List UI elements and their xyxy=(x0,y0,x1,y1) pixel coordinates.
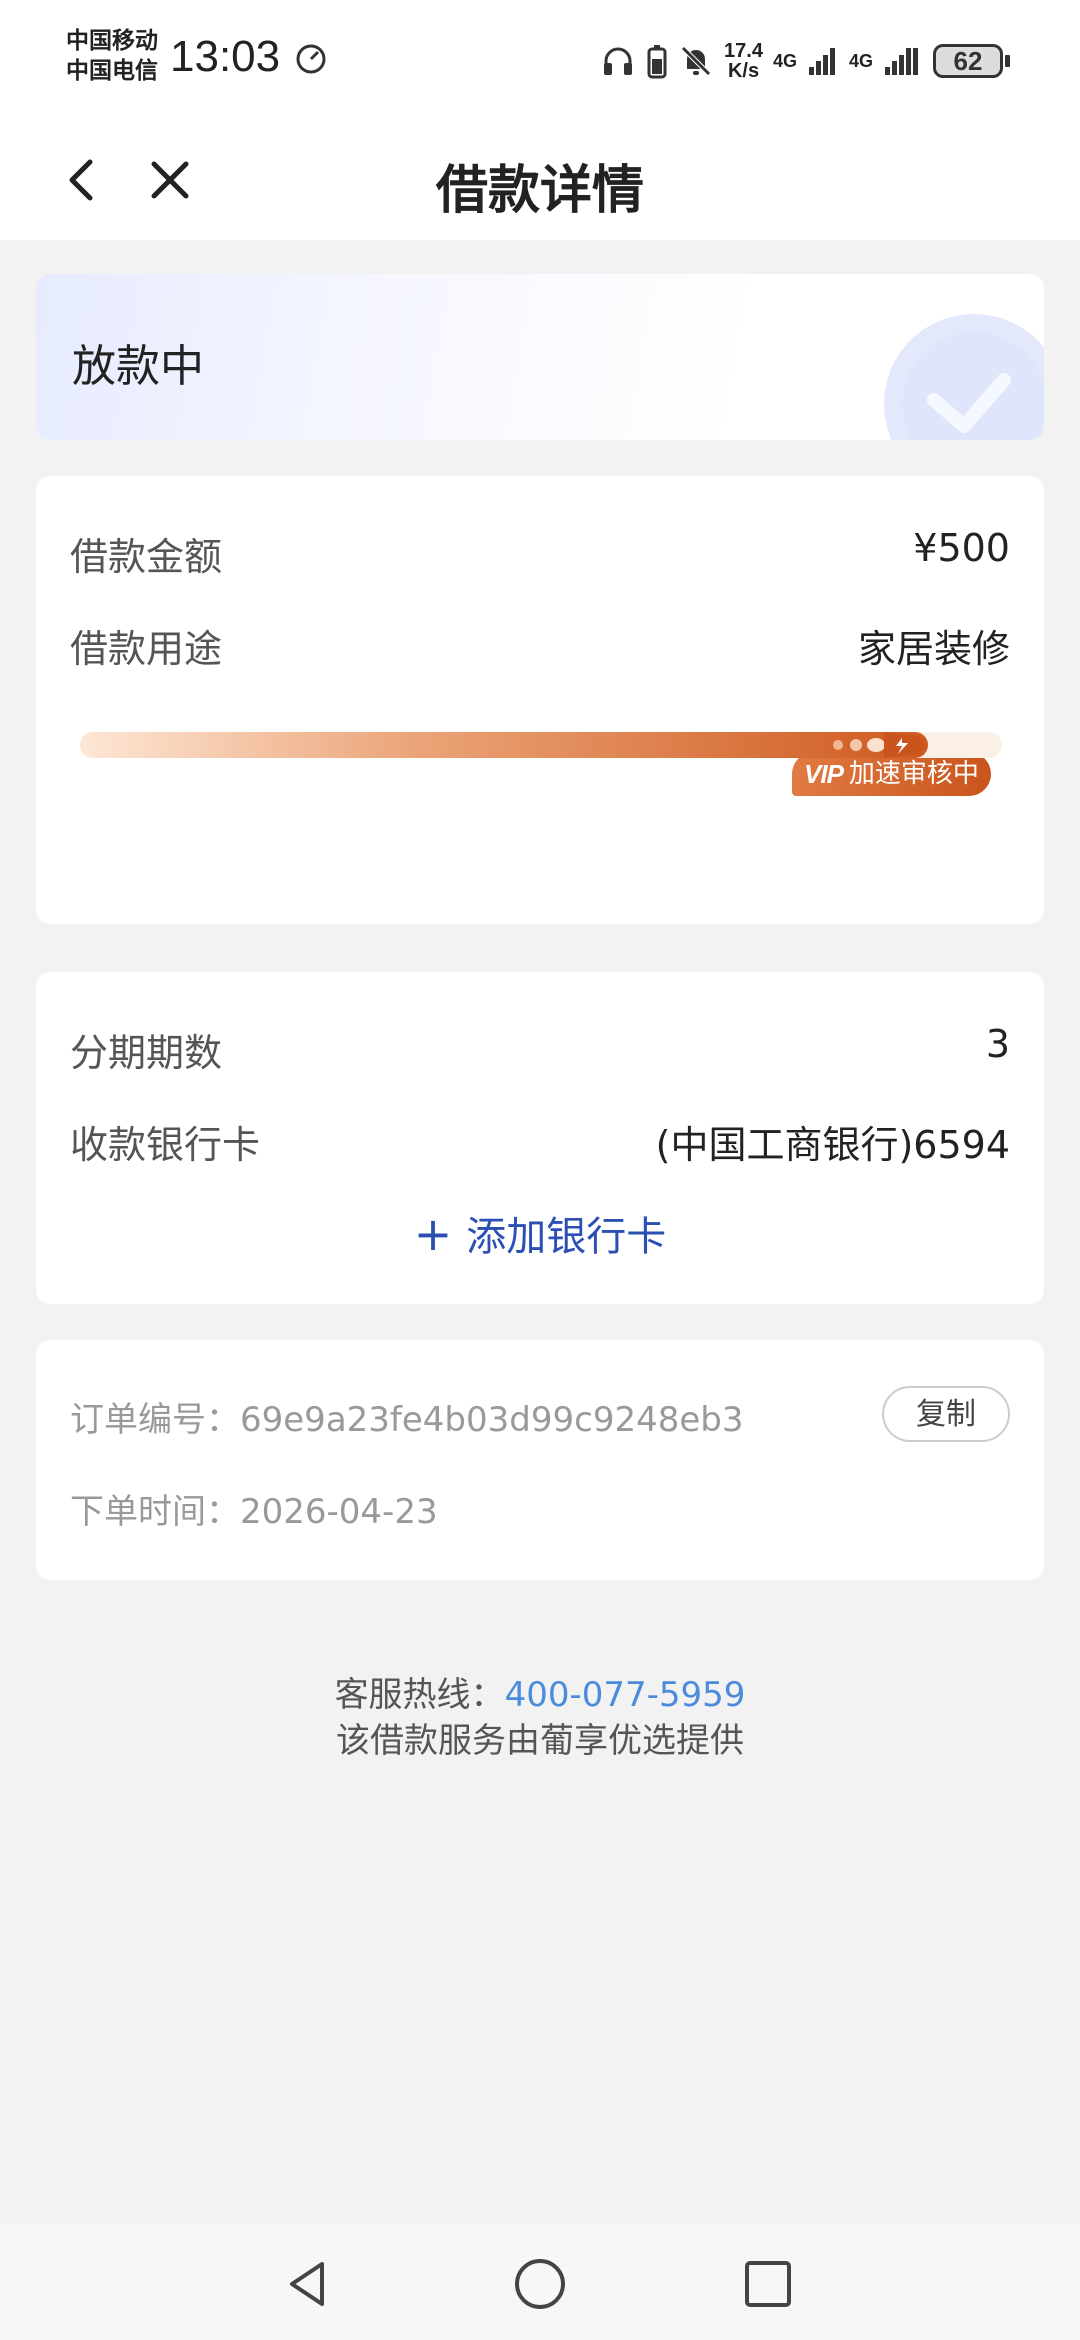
battery-level: 62 xyxy=(933,44,1003,78)
add-bank-card-button[interactable]: + 添加银行卡 xyxy=(36,1204,1044,1262)
order-number-value: 69e9a23fe4b03d99c9248eb3 xyxy=(240,1400,744,1440)
triangle-back-icon[interactable] xyxy=(278,2254,338,2314)
status-icons: 17.4 K/s 4G 4G 62 xyxy=(600,36,1010,86)
order-time-label: 下单时间： xyxy=(70,1492,240,1532)
net-speed: 17.4 K/s xyxy=(724,40,763,82)
carrier-1: 中国移动 xyxy=(66,28,158,54)
signal-type-1: 4G xyxy=(772,50,797,71)
order-time-row: 下单时间：2026-04-23 xyxy=(70,1484,438,1533)
loan-status: 放款中 xyxy=(72,341,204,392)
headphones-icon xyxy=(604,47,633,75)
system-nav-bar xyxy=(0,2224,1080,2340)
amount-label: 借款金额 xyxy=(70,535,223,579)
rocket-icon xyxy=(833,732,924,758)
speedometer-icon xyxy=(296,44,326,74)
clock: 13:03 xyxy=(170,32,281,81)
signal-type-2: 4G xyxy=(848,50,873,71)
bank-card-label: 收款银行卡 xyxy=(70,1123,261,1167)
check-icon xyxy=(884,314,1044,440)
progress-fill xyxy=(80,732,928,758)
page-title: 借款详情 xyxy=(435,161,644,221)
installment-card: 分期期数 3 收款银行卡 (中国工商银行)6594 + 添加银行卡 xyxy=(36,972,1044,1304)
hotline-number[interactable]: 400-077-5959 xyxy=(505,1675,746,1715)
order-number-label: 订单编号： xyxy=(70,1400,240,1440)
hotline-row: 客服热线：400-077-5959 xyxy=(0,1672,1080,1718)
nav-bar: 借款详情 xyxy=(0,120,1080,240)
circle-home-icon[interactable] xyxy=(510,2254,570,2314)
hotline-label: 客服热线： xyxy=(334,1675,505,1715)
loan-info-card: 借款金额 ¥500 借款用途 家居装修 VIP 加速审核中 xyxy=(36,476,1044,924)
signal-icon-1 xyxy=(808,48,835,75)
order-number-row: 订单编号：69e9a23fe4b03d99c9248eb3 xyxy=(70,1392,743,1441)
purpose-value: 家居装修 xyxy=(857,627,1010,671)
review-progress xyxy=(80,726,1002,766)
loan-status-card: 放款中 xyxy=(36,274,1044,440)
carrier-2: 中国电信 xyxy=(66,58,158,84)
bell-off-icon xyxy=(681,46,711,76)
plus-icon: + xyxy=(413,1207,453,1261)
status-bar: 中国移动 中国电信 13:03 17.4 K/s 4G 4G 62 xyxy=(0,0,1080,120)
carrier-info: 中国移动 中国电信 xyxy=(66,26,158,86)
amount-value: ¥500 xyxy=(913,526,1010,570)
bank-card-value: (中国工商银行)6594 xyxy=(655,1123,1010,1167)
battery-indicator: 62 xyxy=(933,44,1010,78)
square-recents-icon[interactable] xyxy=(738,2254,798,2314)
purpose-label: 借款用途 xyxy=(70,627,223,671)
order-time-value: 2026-04-23 xyxy=(240,1492,438,1532)
periods-label: 分期期数 xyxy=(70,1031,223,1075)
add-bank-card-label: 添加银行卡 xyxy=(466,1214,667,1260)
headset-battery-icon xyxy=(647,45,667,79)
footer: 客服热线：400-077-5959 该借款服务由葡享优选提供 xyxy=(0,1672,1080,1764)
periods-value: 3 xyxy=(985,1022,1010,1066)
provider-text: 该借款服务由葡享优选提供 xyxy=(336,1721,744,1761)
copy-button[interactable]: 复制 xyxy=(882,1386,1010,1442)
order-info-card: 订单编号：69e9a23fe4b03d99c9248eb3 复制 下单时间：20… xyxy=(36,1340,1044,1580)
signal-icon-2 xyxy=(885,48,918,75)
